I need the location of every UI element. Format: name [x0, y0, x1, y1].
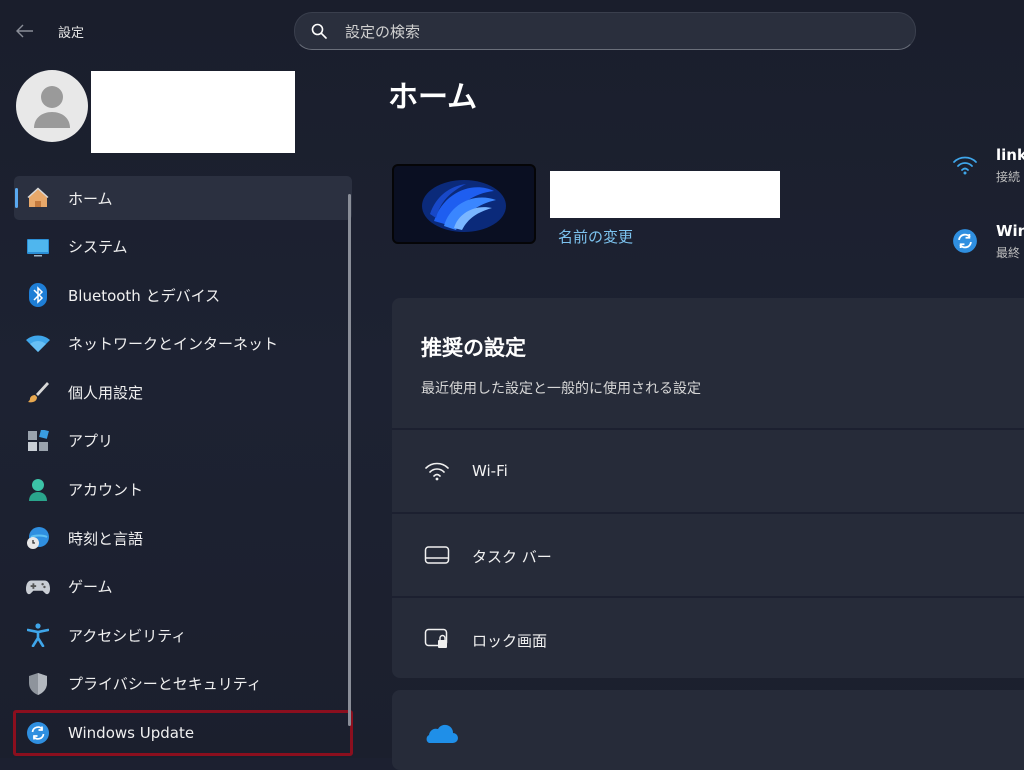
sidebar-item-label: システム: [68, 238, 128, 257]
sidebar-item-label: 個人用設定: [68, 383, 144, 402]
sidebar-item-gaming[interactable]: ゲーム: [14, 565, 352, 609]
recommended-item-label: ロック画面: [472, 632, 548, 650]
search-icon: [311, 23, 327, 39]
back-button[interactable]: [14, 20, 36, 42]
sidebar-item-time-language[interactable]: 時刻と言語: [14, 516, 352, 560]
user-silhouette-icon: [34, 86, 70, 128]
apps-icon: [26, 429, 50, 453]
lock-screen-icon: [424, 628, 450, 650]
recommended-item-wifi[interactable]: Wi-Fi: [392, 428, 1024, 512]
sidebar-item-label: アクセシビリティ: [68, 626, 187, 645]
onedrive-card[interactable]: [392, 690, 1024, 770]
sidebar-item-label: アカウント: [68, 481, 144, 500]
page-title: ホーム: [388, 80, 478, 115]
sidebar-item-label: アプリ: [68, 432, 114, 451]
sidebar-item-bluetooth[interactable]: Bluetooth とデバイス: [14, 273, 352, 317]
back-arrow-icon: [16, 24, 33, 38]
bluetooth-icon: [26, 283, 50, 308]
status-title: Win: [996, 222, 1024, 240]
windows-bloom-wallpaper: [394, 166, 534, 242]
brush-icon: [26, 380, 50, 404]
avatar[interactable]: [16, 70, 88, 142]
recommended-settings-card: 推奨の設定 最近使用した設定と一般的に使用される設定 Wi-Fi タスク バー …: [392, 298, 1024, 678]
status-subtitle: 最終: [996, 246, 1021, 260]
onedrive-cloud-icon: [420, 720, 458, 748]
wifi-icon: [26, 332, 50, 356]
sidebar-item-personalization[interactable]: 個人用設定: [14, 370, 352, 414]
sidebar-item-label: 時刻と言語: [68, 529, 144, 548]
sidebar-item-network[interactable]: ネットワークとインターネット: [14, 322, 352, 366]
selection-indicator: [15, 188, 18, 208]
wifi-icon: [950, 150, 980, 180]
home-icon: [26, 186, 50, 210]
sidebar-item-privacy-security[interactable]: プライバシーとセキュリティ: [14, 662, 352, 706]
sidebar-scrollbar[interactable]: [348, 194, 351, 726]
shield-icon: [26, 672, 50, 696]
sidebar-item-label: ネットワークとインターネット: [68, 335, 279, 354]
status-subtitle: 接続: [996, 170, 1021, 184]
accessibility-icon: [26, 623, 50, 648]
card-title: 推奨の設定: [421, 336, 526, 360]
window-title: 設定: [58, 26, 85, 41]
recommended-item-taskbar[interactable]: タスク バー: [392, 512, 1024, 596]
sidebar-item-label: ゲーム: [68, 578, 113, 597]
sidebar-nav: ホーム システム Bluetooth とデバイス ネットワークとインターネット …: [13, 176, 353, 759]
account-icon: [26, 478, 50, 502]
profile-name-redacted: [91, 71, 295, 153]
globe-clock-icon: [26, 526, 50, 550]
recommended-item-label: タスク バー: [472, 548, 552, 566]
recommended-item-lock-screen[interactable]: ロック画面: [392, 596, 1024, 680]
card-subtitle: 最近使用した設定と一般的に使用される設定: [421, 381, 701, 397]
sidebar-item-windows-update[interactable]: Windows Update: [13, 709, 353, 756]
search-input[interactable]: [343, 13, 907, 51]
wifi-icon: [424, 460, 450, 482]
device-wallpaper-thumbnail: [392, 164, 536, 244]
sidebar-item-system[interactable]: システム: [14, 225, 352, 269]
recommended-item-label: Wi-Fi: [472, 462, 508, 480]
card-header: 推奨の設定 最近使用した設定と一般的に使用される設定: [392, 298, 1024, 429]
sidebar-item-apps[interactable]: アプリ: [14, 419, 352, 463]
rename-device-link[interactable]: 名前の変更: [558, 226, 633, 247]
sidebar-item-label: Windows Update: [68, 723, 195, 742]
sidebar-item-accessibility[interactable]: アクセシビリティ: [14, 613, 352, 657]
update-icon: [950, 226, 980, 256]
taskbar-icon: [424, 544, 450, 566]
monitor-icon: [26, 235, 50, 259]
sidebar-item-label: プライバシーとセキュリティ: [68, 675, 262, 694]
sidebar-item-label: Bluetooth とデバイス: [68, 286, 221, 305]
update-icon: [26, 721, 50, 745]
sidebar-item-home[interactable]: ホーム: [14, 176, 352, 220]
device-name-redacted: [550, 171, 780, 218]
sidebar-item-label: ホーム: [68, 189, 113, 208]
status-title: link: [996, 146, 1024, 164]
search-box[interactable]: [294, 12, 916, 51]
sidebar-item-accounts[interactable]: アカウント: [14, 468, 352, 512]
gamepad-icon: [26, 575, 50, 599]
